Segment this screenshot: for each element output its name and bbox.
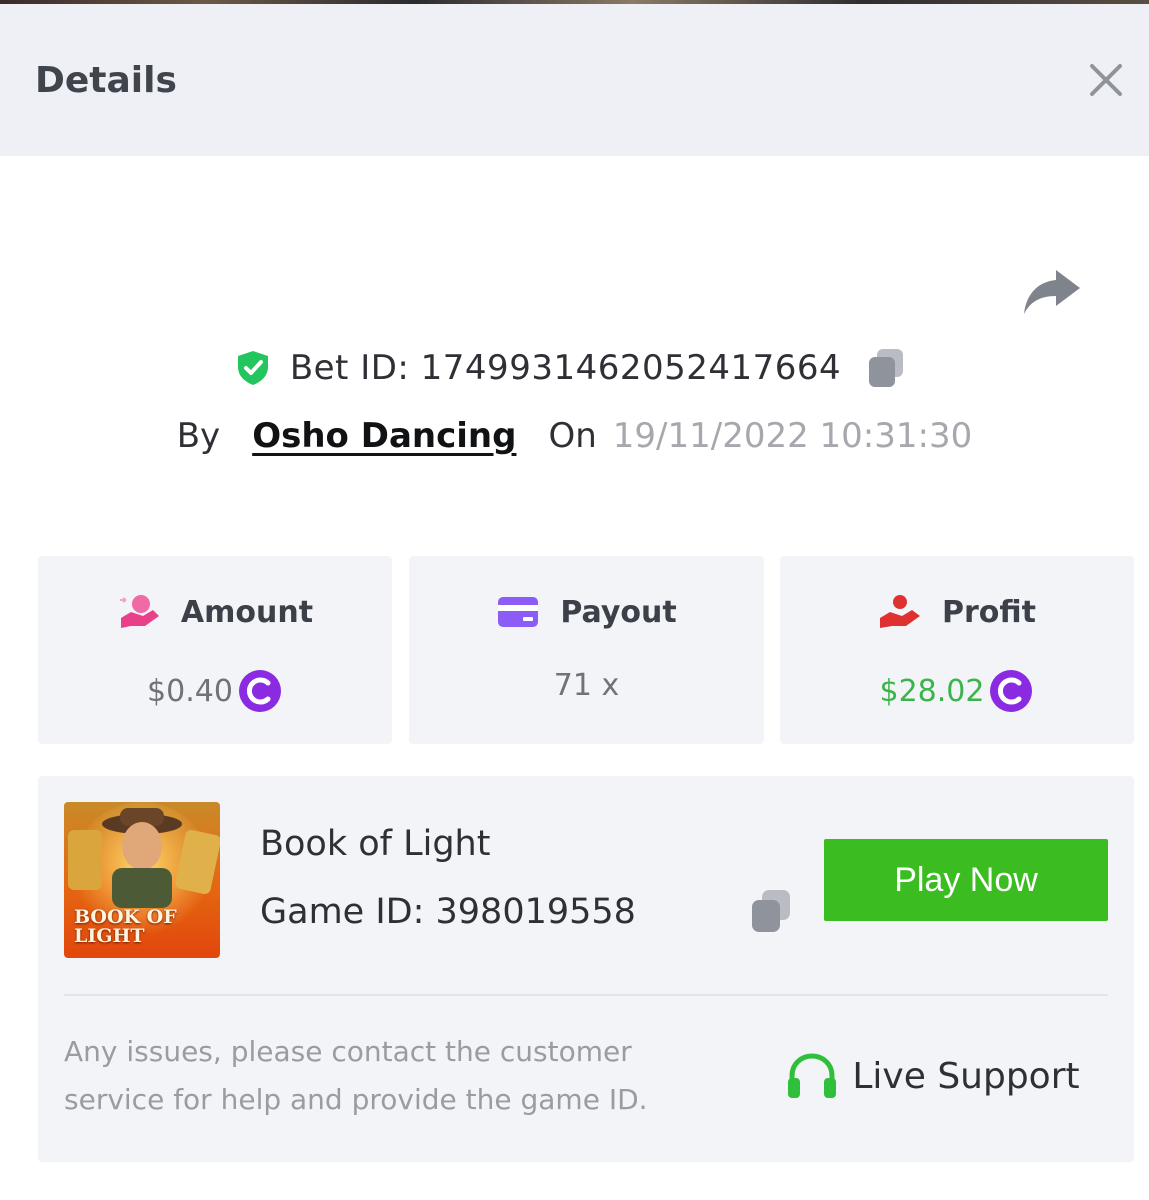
payout-label: Payout bbox=[560, 594, 677, 630]
amount-card: Amount $0.40 bbox=[38, 556, 392, 744]
bet-id: Bet ID: 1749931462052417664 bbox=[289, 348, 842, 388]
copy-game-id-icon[interactable] bbox=[746, 886, 796, 936]
profit-label: Profit bbox=[942, 594, 1036, 630]
share-icon bbox=[1024, 270, 1080, 314]
game-name: Book of Light bbox=[260, 824, 491, 864]
profit-card: Profit $28.02 bbox=[780, 556, 1134, 744]
coin-icon bbox=[238, 670, 281, 712]
play-now-button[interactable]: Play Now bbox=[824, 839, 1108, 921]
game-card: BOOK OF LIGHT Book of Light Game ID: 398… bbox=[38, 776, 1134, 1162]
bet-datetime: 19/11/2022 10:31:30 bbox=[612, 416, 973, 456]
payout-value: 71 x bbox=[553, 668, 620, 703]
amount-value: $0.40 bbox=[147, 673, 233, 709]
details-header: Details bbox=[0, 4, 1149, 156]
live-support-button[interactable]: Live Support bbox=[758, 1026, 1108, 1126]
headset-icon bbox=[788, 1053, 837, 1098]
divider bbox=[64, 994, 1108, 996]
game-thumbnail-title: BOOK OF LIGHT bbox=[74, 906, 177, 947]
game-thumbnail[interactable]: BOOK OF LIGHT bbox=[64, 802, 220, 958]
card-icon bbox=[498, 597, 539, 627]
game-id: Game ID: 398019558 bbox=[260, 892, 636, 932]
hand-coins-icon bbox=[119, 595, 159, 628]
bet-id-row: Bet ID: 1749931462052417664 bbox=[0, 344, 1149, 392]
by-label: By bbox=[176, 416, 221, 456]
payout-card: Payout 71 x bbox=[409, 556, 764, 744]
amount-label: Amount bbox=[180, 594, 314, 630]
shield-check-icon bbox=[237, 351, 268, 385]
on-label: On bbox=[548, 416, 597, 456]
live-support-label: Live Support bbox=[852, 1055, 1080, 1097]
coin-icon bbox=[990, 670, 1033, 712]
bet-author-row: By Osho Dancing On 19/11/2022 10:31:30 bbox=[0, 412, 1149, 460]
page-title: Details bbox=[35, 60, 177, 101]
share-button[interactable] bbox=[1020, 266, 1082, 318]
user-link[interactable]: Osho Dancing bbox=[252, 416, 516, 456]
copy-bet-id-icon[interactable] bbox=[863, 345, 909, 391]
details-content: Bet ID: 1749931462052417664 By Osho Danc… bbox=[0, 156, 1149, 1200]
help-text: Any issues, please contact the customer … bbox=[64, 1035, 648, 1116]
profit-value: $28.02 bbox=[879, 673, 985, 709]
close-button[interactable] bbox=[1082, 56, 1130, 104]
hand-heart-icon bbox=[880, 595, 920, 628]
close-icon bbox=[1090, 64, 1122, 96]
